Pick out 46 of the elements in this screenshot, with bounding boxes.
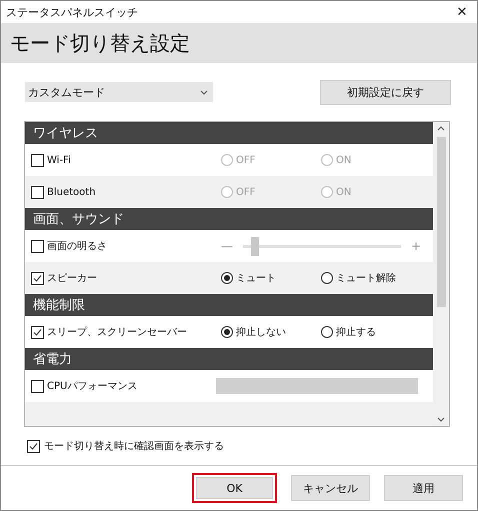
dialog-button[interactable]: OK (192, 473, 277, 503)
option-label: ON (336, 154, 352, 166)
radio-button[interactable] (221, 272, 233, 284)
slider-thumb[interactable] (250, 236, 259, 256)
section-header: ワイヤレス (25, 122, 433, 144)
section-header: 画面、サウンド (25, 208, 433, 230)
option-label: ミュート解除 (336, 272, 396, 285)
mode-dropdown[interactable]: カスタムモード (25, 82, 213, 102)
radio-button[interactable] (321, 326, 333, 338)
setting-label: Bluetooth (47, 186, 96, 198)
close-button[interactable]: ✕ (447, 1, 477, 23)
checkbox[interactable] (31, 272, 44, 284)
setting-label: スリープ、スクリーンセーバー (47, 326, 187, 339)
confirm-label: モード切り替え時に確認画面を表示する (44, 440, 224, 453)
chevron-icon (200, 90, 208, 94)
scroll-thumb[interactable] (436, 137, 446, 307)
dialog-button[interactable]: 適用 (384, 475, 463, 501)
section-header: 省電力 (25, 348, 433, 370)
checkbox[interactable] (31, 154, 44, 166)
scrollbar[interactable] (433, 122, 449, 426)
option-label: OFF (236, 186, 256, 198)
setting-label: スピーカー (47, 272, 97, 285)
window-title: ステータスパネルスイッチ (6, 4, 138, 20)
checkbox[interactable] (31, 380, 44, 392)
plus-sign: + (411, 239, 422, 253)
checkbox[interactable] (31, 186, 44, 198)
checkbox[interactable] (31, 326, 44, 338)
setting-label: Wi-Fi (47, 154, 71, 166)
setting-label: 画面の明るさ (47, 240, 107, 253)
option-label: 抑止しない (236, 326, 286, 339)
scroll-down-icon[interactable] (437, 417, 445, 422)
setting-label: CPUパフォーマンス (47, 380, 138, 393)
option-label: ON (336, 186, 352, 198)
scroll-up-icon[interactable] (437, 126, 445, 131)
section-header: 機能制限 (25, 294, 433, 316)
option-label: 抑止する (336, 326, 376, 339)
option-label: ミュート (236, 272, 276, 285)
reset-button[interactable]: 初期設定に戻す (320, 80, 451, 104)
radio-button[interactable] (321, 272, 333, 284)
radio-button[interactable] (221, 326, 233, 338)
option-label: OFF (236, 154, 256, 166)
dialog-button[interactable]: キャンセル (291, 475, 370, 501)
minus-sign: — (221, 239, 233, 253)
page-title: モード切り替え設定 (10, 30, 190, 56)
checkbox[interactable] (31, 240, 44, 252)
checkbox[interactable] (27, 440, 40, 452)
